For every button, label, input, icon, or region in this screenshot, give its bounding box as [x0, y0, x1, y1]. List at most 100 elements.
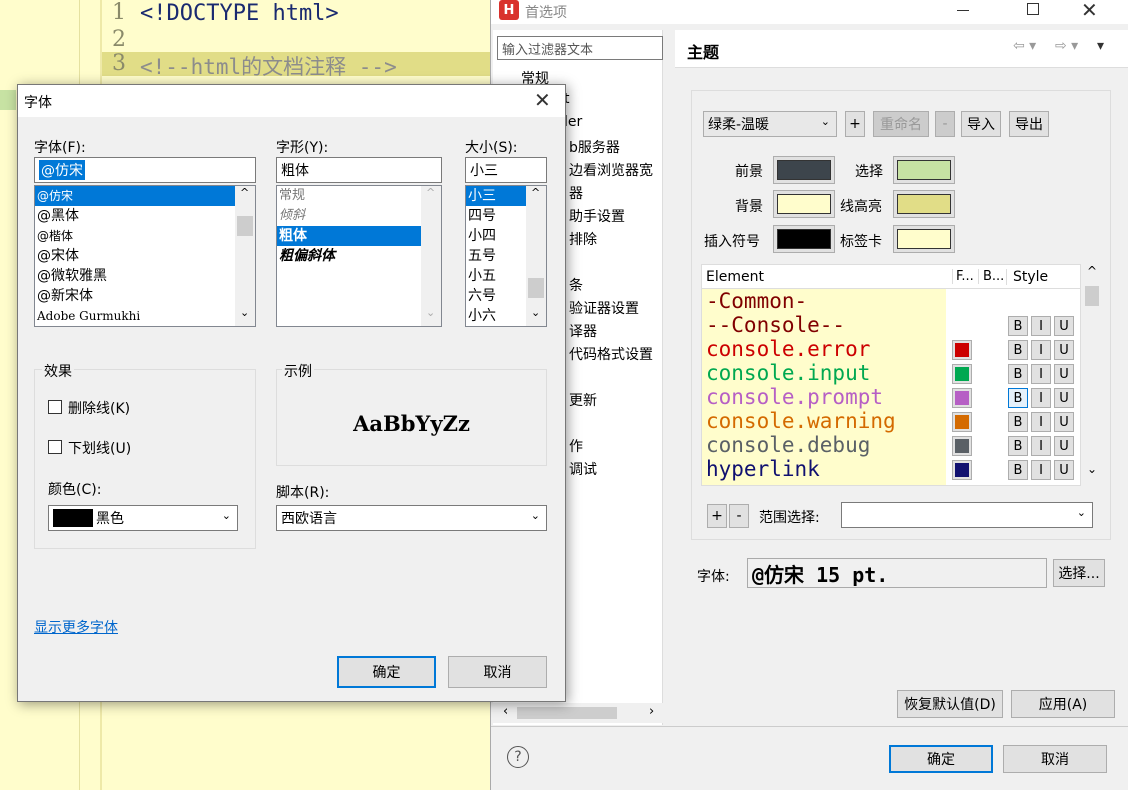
tree-item[interactable]: 助手设置	[569, 206, 625, 226]
restore-defaults-button[interactable]: 恢复默认值(D)	[897, 690, 1003, 718]
font-input[interactable]: @仿宋	[34, 157, 256, 183]
style-input[interactable]: 粗体	[276, 157, 442, 183]
list-item[interactable]: 倾斜	[277, 206, 421, 226]
scroll-down-icon[interactable]: ⌄	[240, 306, 249, 319]
italic-toggle[interactable]: I	[1031, 340, 1051, 360]
strikeout-checkbox[interactable]	[48, 400, 62, 414]
underline-checkbox[interactable]	[48, 440, 62, 454]
italic-toggle[interactable]: I	[1031, 412, 1051, 432]
tree-item[interactable]: 排除	[569, 229, 597, 249]
foreground-swatch[interactable]	[773, 156, 835, 184]
help-icon[interactable]: ?	[507, 746, 529, 768]
remove-theme-button[interactable]: -	[935, 111, 955, 137]
bold-toggle[interactable]: B	[1008, 436, 1028, 456]
scroll-thumb[interactable]	[1085, 286, 1099, 306]
tree-item[interactable]: 译器	[569, 321, 597, 341]
tree-item[interactable]: 作	[569, 436, 583, 456]
underline-toggle[interactable]: U	[1054, 412, 1074, 432]
close-icon[interactable]: ✕	[1081, 0, 1098, 22]
fg-color-swatch[interactable]	[952, 340, 972, 360]
list-item[interactable]: 六号	[466, 286, 526, 306]
list-item[interactable]: 小六	[466, 306, 526, 326]
table-row-label[interactable]: console.prompt	[706, 385, 883, 409]
strikeout-label[interactable]: 删除线(K)	[68, 398, 130, 418]
tree-item[interactable]: 条	[569, 275, 583, 295]
line-highlight-swatch[interactable]	[893, 190, 955, 218]
tree-item[interactable]: 验证器设置	[569, 298, 639, 318]
script-select[interactable]: 西欧语言 ⌄	[276, 505, 547, 531]
table-row-label[interactable]: console.input	[706, 361, 870, 385]
list-item[interactable]: Adobe Gurmukhi	[35, 306, 235, 326]
bold-toggle[interactable]: B	[1008, 412, 1028, 432]
apply-button[interactable]: 应用(A)	[1011, 690, 1115, 718]
caret-swatch[interactable]	[773, 225, 835, 253]
rename-button[interactable]: 重命名	[873, 111, 929, 137]
font-list[interactable]: @仿宋 @黑体 @楷体 @宋体 @微软雅黑 @新宋体 Adobe Gurmukhi ^ ⌄	[34, 185, 256, 327]
scroll-down-icon[interactable]: ⌄	[531, 306, 540, 319]
list-item[interactable]: @黑体	[35, 206, 235, 226]
bold-toggle[interactable]: B	[1008, 316, 1028, 336]
italic-toggle[interactable]: I	[1031, 316, 1051, 336]
list-item[interactable]: 小四	[466, 226, 526, 246]
export-button[interactable]: 导出	[1009, 111, 1049, 137]
underline-toggle[interactable]: U	[1054, 340, 1074, 360]
fg-color-swatch[interactable]	[952, 436, 972, 456]
list-item[interactable]: @仿宋	[35, 186, 235, 206]
italic-toggle[interactable]: I	[1031, 388, 1051, 408]
font-cancel-button[interactable]: 取消	[448, 656, 547, 688]
fg-color-swatch[interactable]	[952, 364, 972, 384]
scroll-up-icon[interactable]: ^	[1087, 264, 1097, 278]
menu-icon[interactable]: ▾	[1097, 38, 1104, 54]
cancel-button[interactable]: 取消	[1003, 745, 1107, 773]
theme-select[interactable]: 绿柔-温暖 ⌄	[703, 111, 837, 137]
table-row-label[interactable]: -Common-	[706, 289, 807, 313]
list-item[interactable]: @楷体	[35, 226, 235, 246]
back-icon[interactable]: ⇦ ▾	[1013, 38, 1036, 54]
tree-item[interactable]: 代码格式设置	[569, 344, 653, 364]
size-list-scrollbar[interactable]: ^ ⌄	[526, 186, 546, 326]
underline-label[interactable]: 下划线(U)	[68, 438, 131, 458]
table-row-label[interactable]: console.error	[706, 337, 870, 361]
style-list-scrollbar[interactable]: ^ ⌄	[421, 186, 441, 326]
selection-swatch[interactable]	[893, 156, 955, 184]
scope-add-button[interactable]: +	[707, 504, 727, 528]
header-style[interactable]: Style	[1006, 269, 1080, 285]
fg-color-swatch[interactable]	[952, 460, 972, 480]
element-table[interactable]: Element F... B... Style -Common- --Consol…	[701, 264, 1081, 486]
background-swatch[interactable]	[773, 190, 835, 218]
tree-item[interactable]: 器	[569, 183, 583, 203]
tree-item[interactable]: 边看浏览器宽	[569, 160, 653, 180]
color-select[interactable]: 黑色 ⌄	[48, 505, 238, 531]
choose-font-button[interactable]: 选择...	[1053, 559, 1105, 587]
scroll-up-icon[interactable]: ^	[426, 186, 435, 199]
filter-input[interactable]: 输入过滤器文本	[497, 36, 663, 60]
tree-item[interactable]: 更新	[569, 390, 597, 410]
bold-toggle[interactable]: B	[1008, 364, 1028, 384]
size-list[interactable]: 小三 四号 小四 五号 小五 六号 小六 ^ ⌄	[465, 185, 547, 327]
import-button[interactable]: 导入	[961, 111, 1001, 137]
list-item[interactable]: 常规	[277, 186, 421, 206]
more-fonts-link[interactable]: 显示更多字体	[34, 617, 118, 637]
tree-item[interactable]: 调试	[569, 459, 597, 479]
tree-item[interactable]: b服务器	[569, 137, 620, 157]
scroll-thumb[interactable]	[528, 278, 544, 298]
underline-toggle[interactable]: U	[1054, 436, 1074, 456]
list-item[interactable]: @新宋体	[35, 286, 235, 306]
minimize-icon[interactable]	[957, 10, 969, 11]
scroll-right-icon[interactable]: ›	[649, 704, 654, 719]
scope-remove-button[interactable]: -	[729, 504, 749, 528]
fg-color-swatch[interactable]	[952, 412, 972, 432]
size-input[interactable]: 小三	[465, 157, 547, 183]
bold-toggle[interactable]: B	[1008, 460, 1028, 480]
header-element[interactable]: Element	[706, 269, 764, 285]
list-item[interactable]: 粗体	[277, 226, 421, 246]
fg-color-swatch[interactable]	[952, 388, 972, 408]
header-fg[interactable]: F...	[952, 269, 974, 284]
tree-item[interactable]: ler	[564, 114, 582, 130]
list-item[interactable]: @宋体	[35, 246, 235, 266]
underline-toggle[interactable]: U	[1054, 460, 1074, 480]
scroll-up-icon[interactable]: ^	[240, 186, 249, 199]
scroll-down-icon[interactable]: ⌄	[1087, 462, 1097, 476]
table-vscroll[interactable]: ^ ⌄	[1083, 264, 1101, 486]
underline-toggle[interactable]: U	[1054, 388, 1074, 408]
